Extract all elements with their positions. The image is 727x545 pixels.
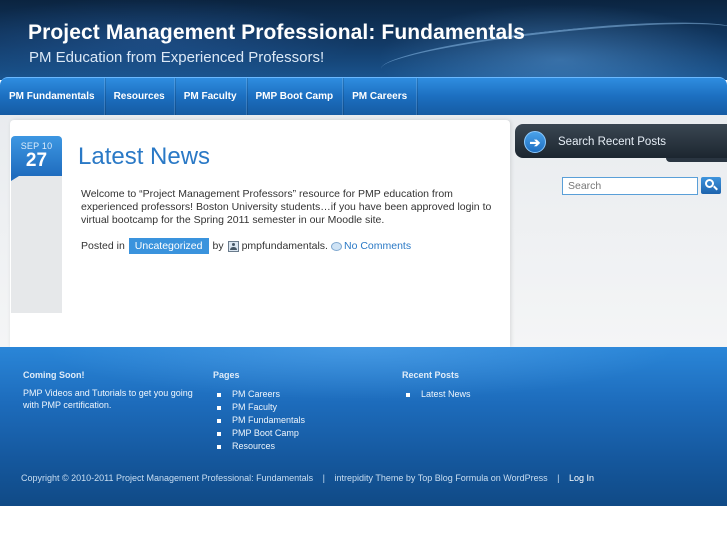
- site-header: Project Management Professional: Fundame…: [0, 0, 727, 80]
- footer-recent-posts-list: Latest News: [402, 388, 562, 401]
- footer-page-link[interactable]: PM Careers: [213, 388, 373, 401]
- post-title[interactable]: Latest News: [78, 143, 210, 171]
- footer-separator: |: [322, 473, 325, 483]
- theme-credit-link[interactable]: intrepidity Theme by Top Blog Formula on…: [335, 473, 548, 483]
- post-date-day: 27: [25, 150, 48, 171]
- site-tagline: PM Education from Experienced Professors…: [29, 49, 325, 66]
- footer-heading-pages: Pages: [213, 370, 240, 380]
- footer-coming-soon-text: PMP Videos and Tutorials to get you goin…: [23, 388, 193, 410]
- author-name: pmpfundamentals.: [241, 240, 328, 252]
- post-date-month: SEP 10: [20, 141, 53, 151]
- footer-heading-coming-soon: Coming Soon!: [23, 370, 85, 380]
- footer-page-link[interactable]: PM Fundamentals: [213, 414, 373, 427]
- main-nav: PM Fundamentals Resources PM Faculty PMP…: [0, 77, 727, 116]
- comments-link[interactable]: No Comments: [344, 240, 411, 252]
- by-label: by: [212, 240, 224, 252]
- footer-page-link[interactable]: PMP Boot Camp: [213, 427, 373, 440]
- date-badge-notch: [11, 176, 19, 181]
- footer-page-link[interactable]: PM Faculty: [213, 401, 373, 414]
- footer-page-link[interactable]: Resources: [213, 440, 373, 453]
- footer-heading-recent-posts: Recent Posts: [402, 370, 460, 380]
- search-icon-handle: [713, 185, 718, 191]
- footer-recent-post-link[interactable]: Latest News: [402, 388, 562, 401]
- post-meta: Posted in Uncategorized by pmpfundamenta…: [81, 237, 411, 255]
- post-date-badge: SEP 10 27: [11, 136, 62, 176]
- nav-item-resources[interactable]: Resources: [105, 77, 175, 116]
- comment-icon: [330, 241, 342, 251]
- author-icon: [227, 240, 239, 252]
- footer-column-pages: Pages PM Careers PM Faculty PM Fundament…: [213, 370, 373, 453]
- posted-in-label: Posted in: [81, 240, 125, 252]
- footer-separator: |: [557, 473, 560, 483]
- nav-item-pm-careers[interactable]: PM Careers: [343, 77, 418, 116]
- footer-copyright-bar: Copyright © 2010-2011 Project Management…: [21, 473, 594, 483]
- site-title[interactable]: Project Management Professional: Fundame…: [28, 21, 525, 45]
- search-button[interactable]: [701, 177, 721, 194]
- sidebar-header-tab: [666, 158, 727, 162]
- nav-item-pmp-boot-camp[interactable]: PMP Boot Camp: [247, 77, 344, 116]
- login-link[interactable]: Log In: [569, 473, 594, 483]
- nav-item-pm-faculty[interactable]: PM Faculty: [175, 77, 247, 116]
- nav-item-pm-fundamentals[interactable]: PM Fundamentals: [0, 77, 105, 116]
- footer-column-recent-posts: Recent Posts Latest News: [402, 370, 562, 401]
- footer-pages-list: PM Careers PM Faculty PM Fundamentals PM…: [213, 388, 373, 453]
- post-body: Welcome to “Project Management Professor…: [81, 188, 492, 227]
- footer-column-coming-soon: Coming Soon! PMP Videos and Tutorials to…: [23, 370, 198, 411]
- copyright-text: Copyright © 2010-2011 Project Management…: [21, 473, 314, 483]
- category-link[interactable]: Uncategorized: [128, 238, 209, 254]
- arrow-right-icon: ➔: [524, 131, 546, 153]
- search-input[interactable]: [562, 177, 698, 195]
- sidebar-widget-title: Search Recent Posts: [558, 136, 667, 148]
